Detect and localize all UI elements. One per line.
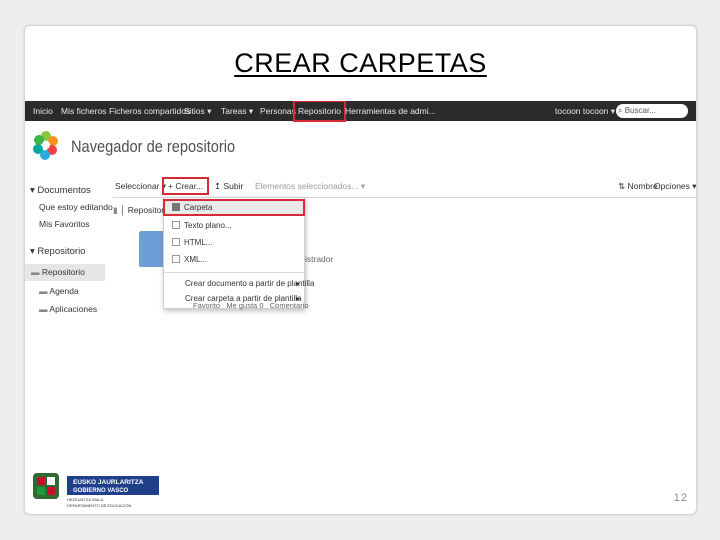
nav-mis-ficheros[interactable]: Mis ficheros [61,101,106,121]
sidebar-item-agenda[interactable]: ▬ Agenda [39,286,79,296]
nav-herramientas[interactable]: Herramientas de admi... [345,101,436,121]
text-file-icon [172,221,180,229]
menu-item-carpeta-label: Carpeta [184,203,213,212]
upload-label: Subir [223,181,244,191]
app-title: Navegador de repositorio [71,137,236,156]
menu-divider [164,272,304,273]
nav-personas[interactable]: Personas [260,101,296,121]
folder-meta: Favorito Me gusta 0 Comentario [193,301,309,310]
like-count: 0 [259,301,264,310]
menu-item-texto-plano[interactable]: Texto plano... [164,218,304,233]
gobierno-vasco-logo: EUSKO JAURLARITZA GOBIERNO VASCO HEZKUNT… [33,473,159,508]
user-menu[interactable]: tocoon tocoon ▾ [555,101,615,121]
folder-icon: ▬ [39,286,50,296]
slide-title: CREAR CARPETAS [25,48,696,79]
html-file-icon [172,238,180,246]
folder-icon: ▬ [39,304,50,314]
xml-file-icon [172,255,180,263]
sidebar-heading-documentos[interactable]: ▾ Documentos [30,185,91,196]
menu-item-doc-plantilla-label: Crear documento a partir de plantilla [185,279,315,288]
sidebar-item-favoritos[interactable]: Mis Favoritos [39,219,90,229]
folder-icon: ▬ [31,267,42,277]
create-button[interactable]: + Crear... [161,177,210,195]
menu-item-xml-label: XML... [184,255,208,264]
create-menu: Carpeta Texto plano... HTML... XML... Cr… [163,197,314,309]
selected-items-menu[interactable]: Elementos seleccionados... ▾ [255,181,365,192]
menu-item-xml[interactable]: XML... [164,252,304,267]
dept-line-1: HEZKUNTZA SAILA [67,497,104,502]
sidebar-item-editando[interactable]: Que estoy editando [39,202,113,212]
nav-ficheros-compartidos[interactable]: Ficheros compartidos [109,101,190,121]
menu-item-html[interactable]: HTML... [164,235,304,250]
org-line-2: GOBIERNO VASCO [73,488,129,494]
upload-button[interactable]: ↥ Subir [214,181,243,192]
sidebar-item-aplicaciones[interactable]: ▬ Aplicaciones [39,304,97,314]
options-button[interactable]: Opciones ▾ [654,181,696,192]
top-nav: Inicio Mis ficheros Ficheros compartidos… [25,101,696,122]
org-line-1: EUSKO JAURLARITZA [73,479,144,486]
sidebar-item-repositorio-label: Repositorio [41,267,85,277]
like-link[interactable]: Me gusta [226,301,257,310]
nav-tareas[interactable]: Tareas ▾ [221,101,253,121]
search-input[interactable]: ⌕ Buscar... [616,104,688,118]
slide-title-text: CREAR CARPETAS [234,48,487,78]
nav-sitios[interactable]: Sitios ▾ [184,101,211,121]
nav-inicio[interactable]: Inicio [33,101,53,121]
menu-item-texto-label: Texto plano... [184,221,232,230]
sidebar-item-agenda-label: Agenda [49,286,79,296]
nav-repositorio[interactable]: Repositorio [293,101,346,122]
sidebar-heading-repositorio[interactable]: ▾ Repositorio [30,246,85,257]
sort-button[interactable]: ⇅ Nombre [618,181,658,192]
comment-link[interactable]: Comentario [270,301,309,310]
sidebar-item-aplicaciones-label: Aplicaciones [49,304,98,314]
toolbar: Seleccionar ▾ + Crear... ↥ Subir Element… [113,177,696,197]
menu-item-doc-plantilla[interactable]: Crear documento a partir de plantilla ▸ [164,276,314,291]
up-folder-icon[interactable]: ▮ [113,205,120,215]
sidebar-item-repositorio[interactable]: ▬ Repositorio [31,267,85,277]
favorite-link[interactable]: Favorito [193,301,220,310]
owner-text: istrador [305,254,334,264]
screenshot: Inicio Mis ficheros Ficheros compartidos… [25,101,696,401]
search-icon: ⌕ [618,106,625,115]
menu-item-carpeta[interactable]: Carpeta [163,199,305,216]
menu-item-html-label: HTML... [184,238,213,247]
select-button[interactable]: Seleccionar ▾ [115,181,166,192]
search-placeholder: Buscar... [624,106,656,115]
page-number: 12 [673,492,688,504]
app-logo-icon [33,131,58,160]
chevron-right-icon: ▸ [295,279,300,288]
folder-icon [172,203,180,211]
slide: CREAR CARPETAS Inicio Mis ficheros Fiche… [24,25,697,515]
dept-line-2: DEPARTAMENTO DE EDUCACIÓN [67,503,131,508]
